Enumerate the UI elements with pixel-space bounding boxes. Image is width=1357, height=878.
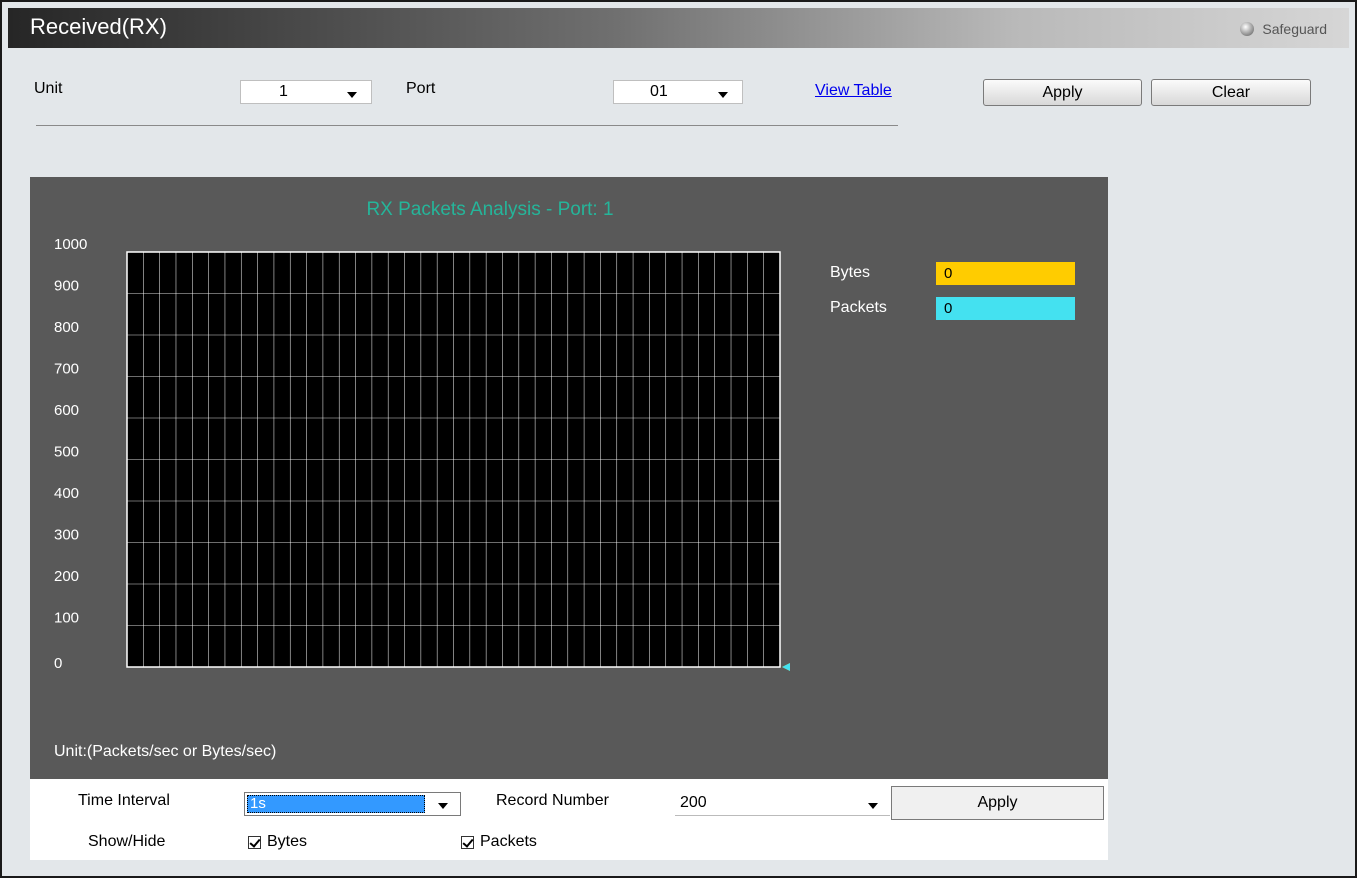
packets-checkbox-label: Packets [480, 833, 537, 850]
window-frame: Received(RX) Safeguard Unit 1 Port 01 Vi… [0, 0, 1357, 878]
legend-value-bytes: 0 [936, 262, 1075, 285]
record-number-select[interactable]: 200 [675, 792, 890, 816]
page-title: Received(RX) [30, 14, 167, 39]
bytes-checkbox-label: Bytes [267, 833, 308, 850]
y-tick-label: 700 [54, 361, 79, 378]
unit-select-value: 1 [279, 83, 288, 100]
chevron-down-icon [868, 803, 878, 809]
y-tick-label: 1000 [54, 236, 87, 253]
packets-checkbox[interactable]: Packets [461, 833, 537, 851]
y-tick-label: 200 [54, 568, 79, 585]
y-tick-label: 300 [54, 527, 79, 544]
divider [36, 125, 898, 126]
y-tick-label: 0 [54, 655, 62, 672]
time-interval-value: 1s [247, 795, 425, 813]
record-number-label: Record Number [496, 792, 609, 809]
series-marker-packets [782, 663, 790, 671]
clear-button[interactable]: Clear [1151, 79, 1311, 106]
chart-controls: Time Interval 1s Record Number 200 Apply… [30, 779, 1108, 860]
port-select-value: 01 [650, 83, 668, 100]
chevron-down-icon [718, 92, 728, 98]
apply-interval-button[interactable]: Apply [891, 786, 1104, 820]
view-table-link[interactable]: View Table [815, 82, 892, 100]
legend-label-packets: Packets [830, 299, 887, 316]
safeguard-indicator: Safeguard [1240, 21, 1327, 37]
checkbox-checked-icon [248, 835, 261, 849]
port-label: Port [406, 80, 436, 97]
y-tick-label: 900 [54, 278, 79, 295]
chevron-down-icon [438, 803, 448, 809]
y-tick-label: 600 [54, 402, 79, 419]
y-tick-label: 400 [54, 485, 79, 502]
title-bar: Received(RX) Safeguard [8, 8, 1349, 48]
safeguard-status-icon [1240, 22, 1255, 36]
legend-value-packets: 0 [936, 297, 1075, 320]
chart-panel: 1000 900 800 700 600 500 400 300 200 100 0 RX Pack… [30, 177, 1108, 779]
time-interval-label: Time Interval [78, 792, 170, 809]
unit-select[interactable]: 1 [240, 80, 372, 104]
legend-label-bytes: Bytes [830, 264, 871, 281]
chevron-down-icon [347, 92, 357, 98]
safeguard-label: Safeguard [1262, 21, 1327, 37]
bytes-checkbox[interactable]: Bytes [248, 833, 307, 851]
checkbox-checked-icon [461, 835, 474, 849]
apply-button[interactable]: Apply [983, 79, 1142, 106]
y-tick-label: 100 [54, 610, 79, 627]
y-tick-label: 800 [54, 319, 79, 336]
show-hide-label: Show/Hide [88, 833, 166, 850]
time-interval-select[interactable]: 1s [244, 792, 461, 816]
chart-title: RX Packets Analysis - Port: 1 [366, 199, 614, 220]
port-select[interactable]: 01 [613, 80, 743, 104]
unit-label: Unit [34, 80, 63, 97]
unit-note: Unit:(Packets/sec or Bytes/sec) [54, 743, 277, 760]
record-number-value: 200 [680, 794, 707, 811]
y-tick-label: 500 [54, 444, 79, 461]
